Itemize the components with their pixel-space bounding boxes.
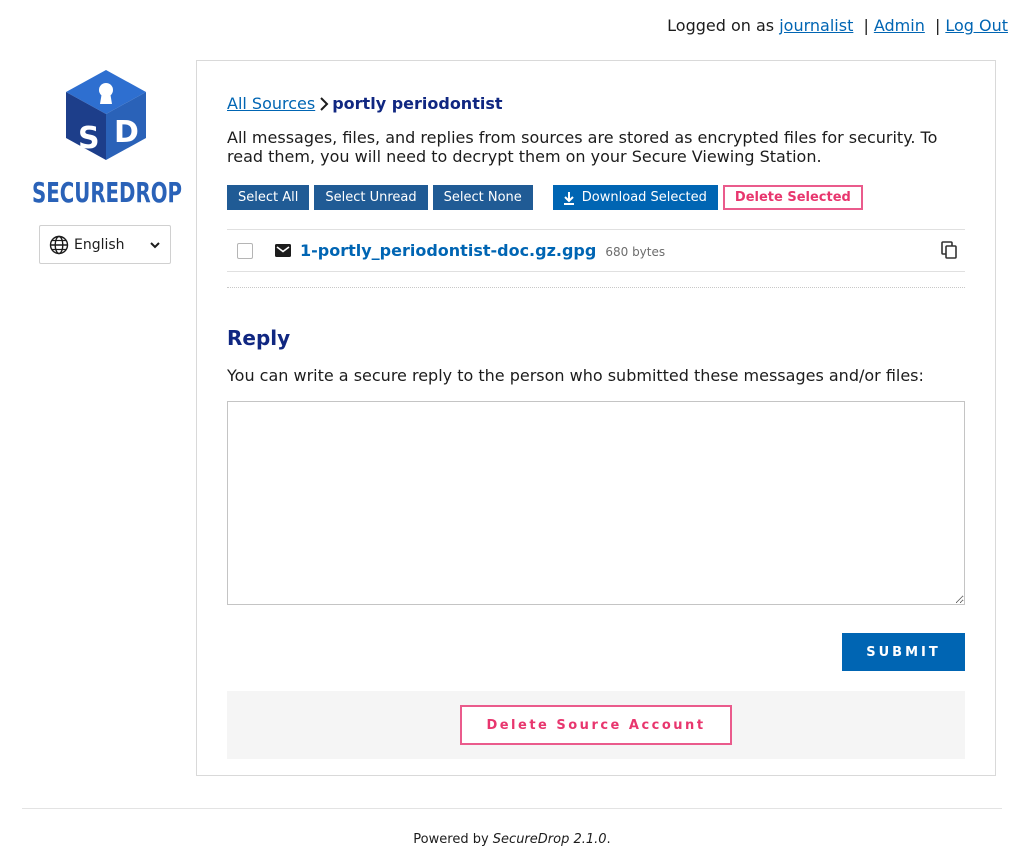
download-icon — [563, 191, 574, 205]
footer-divider — [22, 808, 1002, 809]
language-label: English — [74, 236, 125, 253]
all-sources-link[interactable]: All Sources — [227, 94, 315, 113]
breadcrumb: All Sources portly periodontist — [227, 94, 503, 113]
separator: | — [863, 16, 869, 35]
logged-in-label: Logged on as — [667, 16, 775, 35]
securedrop-logo[interactable]: S D SECUREDROP — [30, 68, 182, 208]
reply-textarea[interactable] — [227, 401, 965, 605]
file-size: 680 bytes — [605, 245, 666, 259]
list-item: 1-portly_periodontist-doc.gz.gpg 680 byt… — [227, 229, 965, 272]
logo-letter-d: D — [114, 115, 139, 150]
powered-by-label: Powered by — [413, 832, 489, 847]
submit-button[interactable]: SUBMIT — [842, 633, 965, 671]
globe-icon — [49, 235, 69, 254]
source-panel: All Sources portly periodontist All mess… — [196, 60, 996, 776]
reply-description: You can write a secure reply to the pers… — [227, 366, 924, 385]
footer-period: . — [606, 832, 611, 847]
select-none-button[interactable]: Select None — [432, 185, 533, 210]
logout-link[interactable]: Log Out — [945, 16, 1008, 35]
separator: | — [934, 16, 941, 35]
user-bar: Logged on as journalist | Admin | Log Out — [667, 16, 1008, 35]
admin-link[interactable]: Admin — [874, 16, 925, 35]
file-checkbox[interactable] — [237, 242, 253, 259]
username-link[interactable]: journalist — [779, 16, 853, 35]
danger-zone: Delete Source Account — [227, 691, 965, 759]
logo-wordmark: SECUREDROP — [32, 176, 182, 208]
download-selected-label: Download Selected — [581, 190, 707, 205]
delete-source-button[interactable]: Delete Source Account — [460, 705, 732, 745]
language-selector[interactable]: English — [39, 225, 171, 264]
download-selected-button[interactable]: Download Selected — [552, 185, 718, 210]
logo-letter-s: S — [78, 121, 100, 156]
delete-selected-button[interactable]: Delete Selected — [722, 185, 863, 210]
submission-list: 1-portly_periodontist-doc.gz.gpg 680 byt… — [227, 229, 965, 272]
reply-heading: Reply — [227, 326, 291, 350]
envelope-icon — [275, 244, 291, 257]
bulk-actions: Select All Select Unread Select None Dow… — [227, 185, 863, 210]
source-name: portly periodontist — [332, 94, 503, 113]
intro-text: All messages, files, and replies from so… — [227, 128, 938, 166]
footer: Powered by SecureDrop 2.1.0. — [0, 832, 1024, 847]
file-download-link[interactable]: 1-portly_periodontist-doc.gz.gpg — [300, 241, 596, 260]
copy-icon[interactable] — [941, 241, 957, 259]
chevron-right-icon — [319, 96, 329, 111]
select-all-button[interactable]: Select All — [227, 185, 310, 210]
version-text: SecureDrop 2.1.0 — [492, 832, 607, 847]
chevron-down-icon — [150, 241, 160, 248]
divider — [227, 287, 965, 288]
sidebar: S D SECUREDROP English — [22, 68, 190, 264]
select-unread-button[interactable]: Select Unread — [314, 185, 428, 210]
